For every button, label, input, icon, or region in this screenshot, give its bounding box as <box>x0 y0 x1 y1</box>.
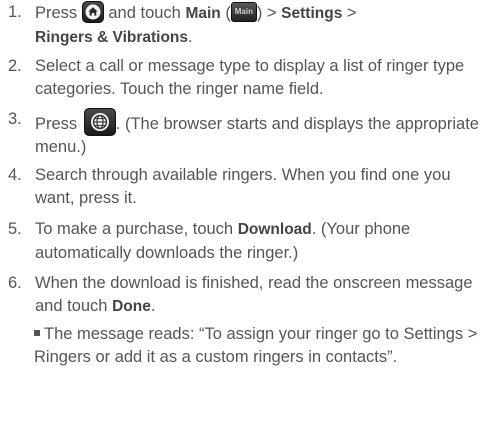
note-item: The message reads: “To assign your ringe… <box>34 323 486 368</box>
main-menu-label: Main <box>185 5 221 22</box>
step-text-part: When the download is finished, read the … <box>35 274 473 315</box>
step-number: 6. <box>8 274 22 292</box>
step-2: 2. Select a call or message type to disp… <box>8 55 486 100</box>
bullet-icon <box>34 330 40 336</box>
step-text-part: ) > <box>256 4 282 22</box>
step-number: 2. <box>8 57 22 75</box>
step-4: 4. Search through available ringers. Whe… <box>8 164 486 209</box>
main-menu-icon: Main <box>230 2 257 22</box>
step-number: 5. <box>8 220 22 238</box>
step-text: When the download is finished, read the … <box>35 272 486 318</box>
step-text: Press . (The browser starts and displays… <box>35 108 486 159</box>
step-text-part: Press <box>35 4 78 22</box>
home-icon <box>81 1 104 23</box>
step-text-part: . <box>150 296 156 315</box>
step-text: Select a call or message type to display… <box>35 57 465 98</box>
browser-icon <box>83 108 116 136</box>
instructions-page: 1. Press and touch Main (Main) > Setting… <box>0 0 491 426</box>
step-text-part: To make a purchase, touch <box>35 220 238 238</box>
step-text-part: . <box>188 27 193 46</box>
step-number: 4. <box>8 166 22 184</box>
done-label: Done <box>112 297 151 315</box>
main-icon-label: Main <box>234 7 253 16</box>
step-text-part: Press <box>35 115 78 133</box>
step-text-part: and touch <box>108 4 181 22</box>
step-number: 3. <box>8 110 22 128</box>
step-number: 1. <box>8 3 22 21</box>
step-text-part: > <box>342 4 357 22</box>
step-3: 3. Press . (The browser starts and displ… <box>8 108 486 159</box>
download-label: Download <box>237 221 312 238</box>
step-5: 5. To make a purchase, touch Download. (… <box>8 218 486 264</box>
ringers-vibrations-label: Ringers & Vibrations <box>35 28 189 46</box>
step-text: To make a purchase, touch Download. (You… <box>35 218 486 264</box>
step-text: Press and touch Main (Main) > Settings >… <box>35 1 486 49</box>
step-6: 6. When the download is finished, read t… <box>8 272 486 318</box>
settings-label: Settings <box>281 5 343 22</box>
note-text: The message reads: “To assign your ringe… <box>34 325 478 366</box>
step-text: Search through available ringers. When y… <box>35 166 451 207</box>
step-1: 1. Press and touch Main (Main) > Setting… <box>8 1 486 49</box>
